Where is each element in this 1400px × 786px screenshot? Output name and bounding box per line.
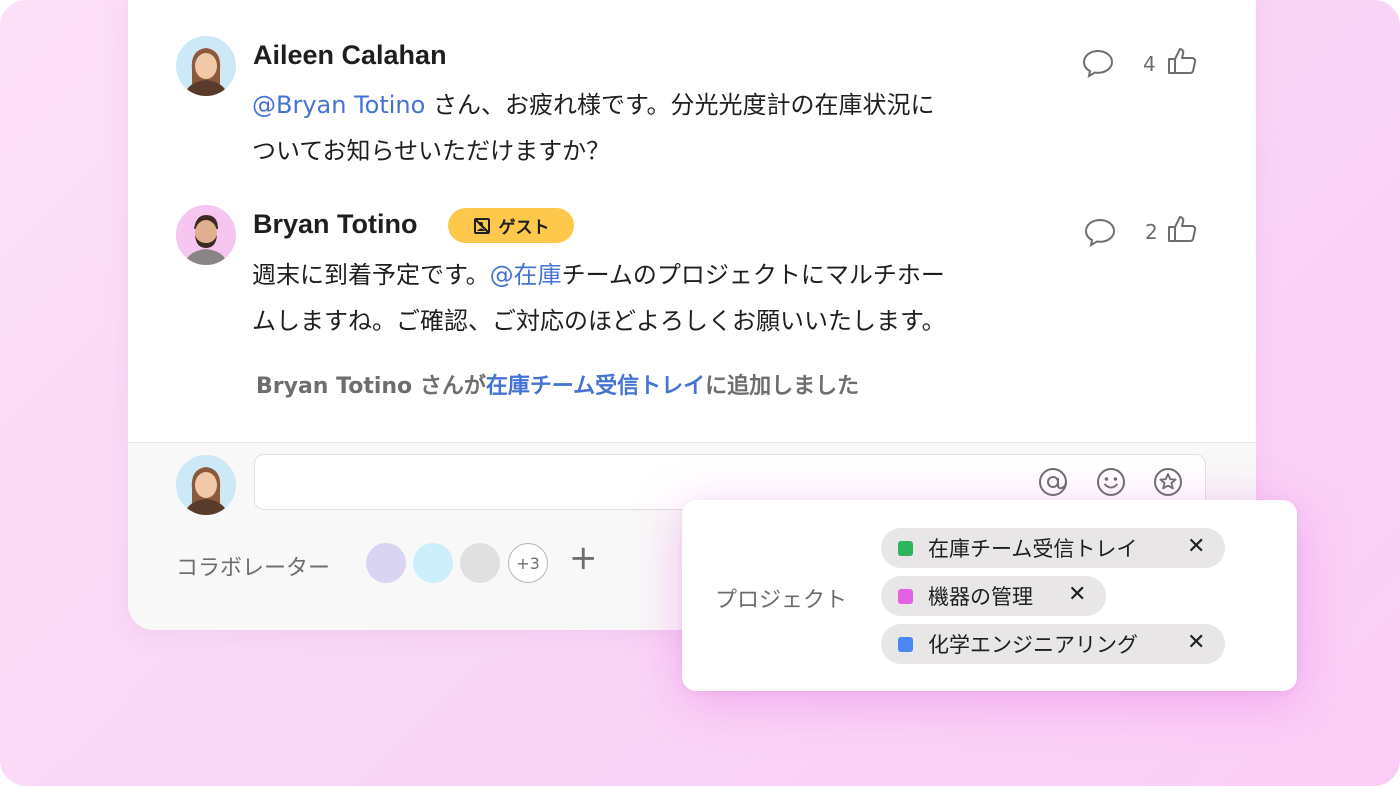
- reply-button[interactable]: [1082, 48, 1114, 82]
- comment-text: 週末に到着予定です。: [252, 261, 490, 289]
- activity-text: に追加しました: [705, 374, 860, 399]
- remove-project-button[interactable]: ✕: [1187, 630, 1205, 655]
- project-chip[interactable]: 在庫チーム受信トレイ ✕: [881, 528, 1225, 568]
- more-collaborators-button[interactable]: +3: [508, 543, 548, 583]
- guest-badge-label: ゲスト: [498, 218, 550, 238]
- smiley-icon: [1097, 468, 1125, 496]
- collaborator-avatar[interactable]: [366, 543, 406, 583]
- reply-button[interactable]: [1084, 217, 1116, 251]
- thumbs-up-icon: [1168, 48, 1197, 74]
- collaborator-avatar[interactable]: [460, 543, 500, 583]
- project-chip[interactable]: 化学エンジニアリング ✕: [881, 624, 1225, 664]
- like-button[interactable]: [1166, 214, 1198, 248]
- comment-text: ついてお知らせいただけますか？: [252, 137, 611, 165]
- project-chip[interactable]: 機器の管理 ✕: [881, 576, 1106, 616]
- comment-text: チームのプロジェクトにマルチホー: [561, 261, 945, 289]
- comment-body: 週末に到着予定です。@在庫チームのプロジェクトにマルチホー ムしますね。ご確認、…: [252, 252, 1132, 344]
- star-icon: [1154, 468, 1182, 496]
- like-count: 2: [1145, 220, 1158, 244]
- remove-project-button[interactable]: ✕: [1187, 534, 1205, 559]
- projects-popover: プロジェクト 在庫チーム受信トレイ ✕ 機器の管理 ✕ 化学エンジニアリング ✕: [682, 500, 1297, 691]
- comment-text: ムしますね。ご確認、ご対応のほどよろしくお願いいたします。: [252, 307, 946, 335]
- emoji-button[interactable]: [1095, 466, 1127, 502]
- comment-author[interactable]: Bryan Totino: [253, 209, 418, 240]
- activity-text: Bryan Totino さんが: [256, 374, 486, 399]
- comment-author[interactable]: Aileen Calahan: [253, 40, 447, 71]
- project-chip-label: 在庫チーム受信トレイ: [928, 537, 1138, 561]
- project-link[interactable]: 在庫チーム受信トレイ: [486, 374, 705, 399]
- add-collaborator-button[interactable]: +: [569, 538, 598, 578]
- project-chip-label: 化学エンジニアリング: [928, 633, 1138, 657]
- mention-link[interactable]: @在庫: [490, 261, 562, 289]
- project-color-swatch: [898, 540, 913, 556]
- guest-icon: [473, 217, 490, 234]
- at-sign-icon: [1039, 468, 1067, 496]
- comment-text: さん、お疲れ様です。分光光度計の在庫状況に: [425, 91, 935, 119]
- current-user-avatar: [176, 455, 236, 515]
- like-button[interactable]: [1166, 46, 1198, 80]
- projects-label: プロジェクト: [715, 588, 848, 613]
- collaborators-label: コラボレーター: [176, 556, 331, 581]
- comment-body: @Bryan Totino さん、お疲れ様です。分光光度計の在庫状況に ついてお…: [252, 82, 1072, 174]
- avatar-bryan[interactable]: [176, 205, 236, 265]
- appreciation-button[interactable]: [1152, 466, 1184, 502]
- speech-bubble-icon: [1084, 218, 1116, 247]
- project-color-swatch: [898, 636, 913, 652]
- collaborator-avatar[interactable]: [413, 543, 453, 583]
- remove-project-button[interactable]: ✕: [1068, 582, 1086, 607]
- activity-message: Bryan Totino さんが在庫チーム受信トレイに追加しました: [256, 368, 859, 400]
- mention-link[interactable]: @Bryan Totino: [252, 91, 425, 119]
- mention-button[interactable]: [1037, 466, 1069, 502]
- project-chip-label: 機器の管理: [928, 585, 1033, 609]
- speech-bubble-icon: [1082, 49, 1114, 78]
- guest-badge: ゲスト: [448, 208, 574, 243]
- like-count: 4: [1143, 52, 1156, 76]
- avatar-aileen[interactable]: [176, 36, 236, 96]
- project-color-swatch: [898, 588, 913, 604]
- thumbs-up-icon: [1168, 216, 1197, 242]
